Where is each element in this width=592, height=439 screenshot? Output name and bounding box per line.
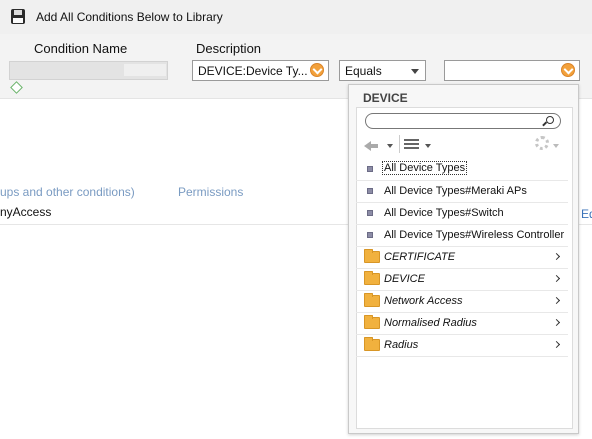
- gear-icon[interactable]: [535, 136, 549, 150]
- folder-icon: [364, 249, 380, 263]
- list-item-folder[interactable]: Network Access: [356, 291, 568, 313]
- folder-icon: [364, 337, 380, 351]
- list-item-value[interactable]: All Device Types#Wireless Controller: [356, 225, 568, 247]
- chevron-right-icon: [552, 252, 561, 261]
- permissions-header: Permissions: [178, 185, 244, 199]
- list-item-label: Radius: [384, 339, 419, 351]
- condition-name-header: Condition Name: [34, 41, 128, 56]
- folder-icon: [364, 293, 380, 307]
- chevron-down-icon: [411, 69, 419, 74]
- popup-title: DEVICE: [363, 91, 408, 105]
- bullet-icon: [367, 232, 373, 238]
- list-item-label: Network Access: [384, 295, 463, 307]
- chevron-down-icon[interactable]: [425, 144, 431, 148]
- toolbar-separator: [399, 135, 400, 153]
- list-item-folder[interactable]: Normalised Radius: [356, 313, 568, 335]
- bullet-icon: [367, 166, 373, 172]
- operator-select-value: Equals: [345, 64, 382, 78]
- bullet-icon: [367, 210, 373, 216]
- add-all-conditions-button[interactable]: Add All Conditions Below to Library: [36, 10, 223, 24]
- attribute-select[interactable]: DEVICE:Device Ty...: [192, 60, 329, 81]
- chevron-right-icon: [552, 296, 561, 305]
- condition-name-input[interactable]: [9, 61, 168, 80]
- attribute-dropdown-button-icon[interactable]: [310, 63, 324, 77]
- list-item-label: All Device Types#Switch: [384, 207, 504, 219]
- list-item-folder[interactable]: Radius: [356, 335, 568, 357]
- rule-name-text: nyAccess: [0, 205, 52, 219]
- chevron-down-icon[interactable]: [387, 144, 393, 148]
- list-item-label: DEVICE: [384, 273, 425, 285]
- list-item-folder[interactable]: CERTIFICATE: [356, 247, 568, 269]
- list-item-folder[interactable]: DEVICE: [356, 269, 568, 291]
- list-item-value[interactable]: All Device Types#Switch: [356, 203, 568, 225]
- folder-icon: [364, 315, 380, 329]
- list-item-label: All Device Types#Wireless Controller: [384, 229, 565, 241]
- edit-link[interactable]: Ed: [581, 207, 592, 221]
- value-dropdown-button-icon[interactable]: [561, 63, 575, 77]
- list-item-label: CERTIFICATE: [384, 251, 456, 263]
- attribute-select-value: DEVICE:Device Ty...: [198, 64, 308, 78]
- search-input[interactable]: [365, 113, 561, 129]
- description-header: Description: [196, 41, 262, 56]
- list-view-icon[interactable]: [404, 137, 419, 153]
- bullet-icon: [367, 188, 373, 194]
- chevron-right-icon: [552, 274, 561, 283]
- chevron-down-icon[interactable]: [553, 144, 559, 148]
- list-item-value[interactable]: All Device Types: [356, 159, 568, 181]
- search-icon[interactable]: [546, 116, 554, 124]
- list-item-label: Normalised Radius: [384, 317, 477, 329]
- chevron-right-icon: [552, 340, 561, 349]
- list-item-label: All Device Types: [381, 161, 468, 175]
- back-arrow-icon[interactable]: [364, 137, 378, 153]
- attribute-picker-popup: DEVICE All Device Types All Device Types…: [348, 84, 579, 434]
- value-select[interactable]: [444, 60, 580, 81]
- folder-icon: [364, 271, 380, 285]
- floppy-disk-icon[interactable]: [11, 9, 25, 24]
- list-item-value[interactable]: All Device Types#Meraki APs: [356, 181, 568, 203]
- list-item-label: All Device Types#Meraki APs: [384, 185, 527, 197]
- background-link[interactable]: ups and other conditions): [0, 185, 135, 199]
- chevron-right-icon: [552, 318, 561, 327]
- operator-select[interactable]: Equals: [339, 60, 426, 81]
